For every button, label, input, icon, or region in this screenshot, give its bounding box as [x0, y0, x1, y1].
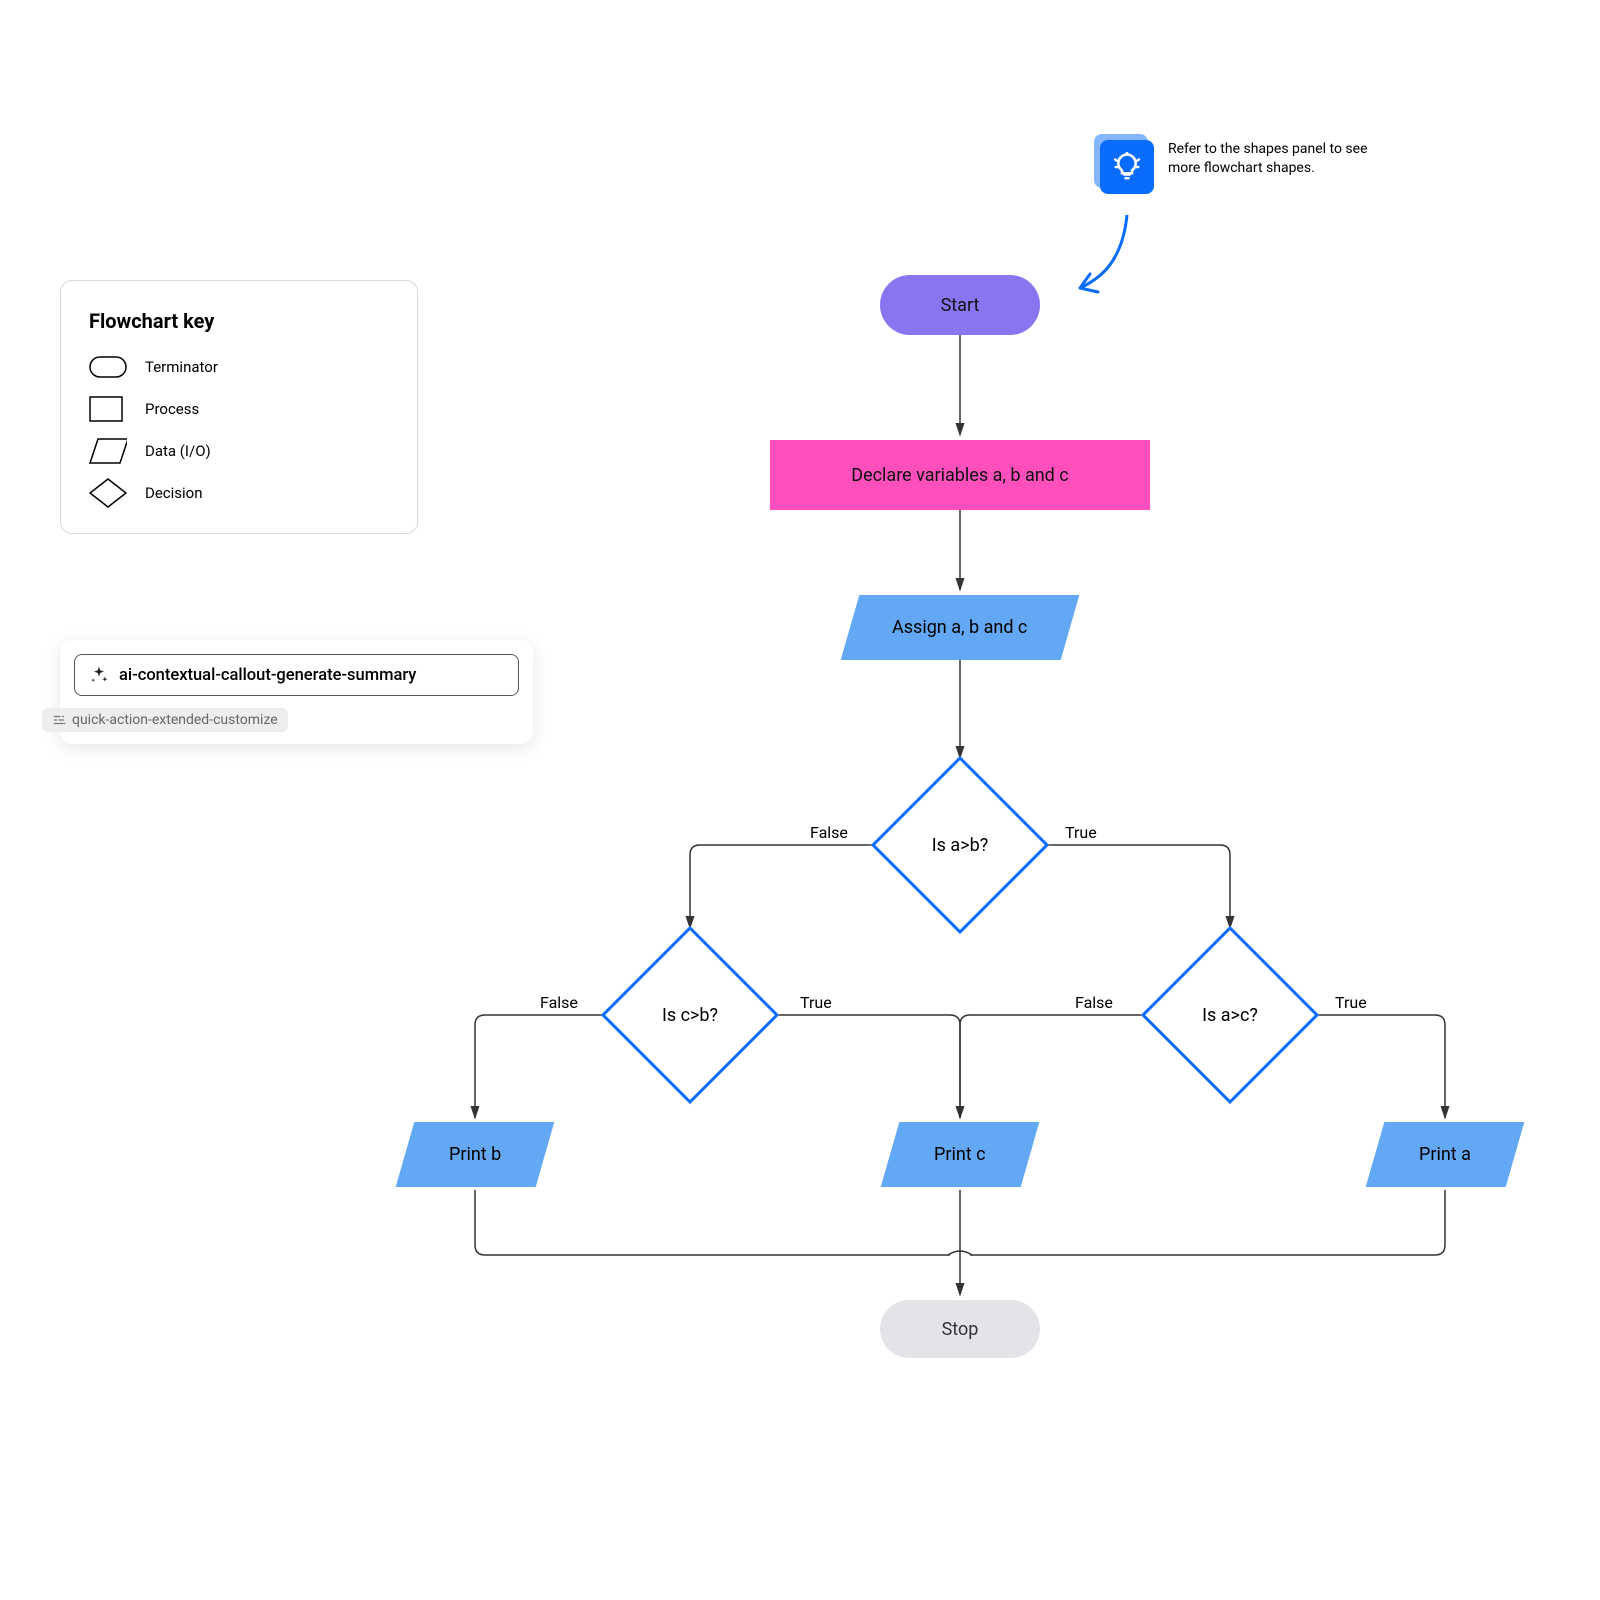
- decision-label: Is a>b?: [932, 835, 988, 856]
- quick-action-customize-chip[interactable]: quick-action-extended-customize: [42, 708, 288, 732]
- key-row-terminator: Terminator: [89, 355, 389, 379]
- lightbulb-icon: [1100, 140, 1154, 194]
- assign-node[interactable]: Assign a, b and c: [841, 595, 1080, 660]
- print-label: Print b: [449, 1144, 501, 1165]
- decision-label: Is c>b?: [662, 1005, 718, 1026]
- print-b-node[interactable]: Print b: [396, 1122, 555, 1187]
- edge-label-true: True: [800, 993, 832, 1012]
- key-label: Process: [145, 400, 199, 418]
- diagram-canvas[interactable]: Refer to the shapes panel to see more fl…: [0, 0, 1600, 1600]
- ai-callout-card: ai-contextual-callout-generate-summary q…: [60, 640, 533, 744]
- key-label: Terminator: [145, 358, 218, 376]
- flowchart-key-panel: Flowchart key Terminator Process Data (I…: [60, 280, 418, 534]
- data-shape-icon: [89, 439, 127, 463]
- quick-action-label: quick-action-extended-customize: [72, 712, 278, 728]
- declare-node[interactable]: Declare variables a, b and c: [770, 440, 1150, 510]
- decision-a-gt-b[interactable]: Is a>b?: [875, 760, 1045, 930]
- terminator-shape-icon: [89, 355, 127, 379]
- assign-label: Assign a, b and c: [892, 617, 1027, 638]
- print-a-node[interactable]: Print a: [1366, 1122, 1525, 1187]
- ai-generate-summary-button[interactable]: ai-contextual-callout-generate-summary: [74, 654, 519, 696]
- key-row-process: Process: [89, 397, 389, 421]
- stop-node[interactable]: Stop: [880, 1300, 1040, 1358]
- sliders-icon: [52, 713, 66, 727]
- declare-label: Declare variables a, b and c: [851, 465, 1068, 486]
- decision-shape-icon: [89, 481, 127, 505]
- process-shape-icon: [89, 397, 127, 421]
- edge-label-false: False: [810, 823, 848, 842]
- print-c-node[interactable]: Print c: [881, 1122, 1040, 1187]
- hint-pointer-arrow-icon: [1072, 210, 1142, 300]
- key-label: Decision: [145, 484, 203, 502]
- print-label: Print a: [1419, 1144, 1471, 1165]
- start-label: Start: [941, 295, 980, 316]
- hint-tip: Refer to the shapes panel to see more fl…: [1100, 140, 1398, 194]
- print-label: Print c: [934, 1144, 986, 1165]
- key-label: Data (I/O): [145, 442, 211, 460]
- sparkle-icon: [89, 665, 109, 685]
- edge-label-true: True: [1335, 993, 1367, 1012]
- stop-label: Stop: [942, 1319, 979, 1340]
- start-node[interactable]: Start: [880, 275, 1040, 335]
- key-row-decision: Decision: [89, 481, 389, 505]
- decision-label: Is a>c?: [1202, 1005, 1258, 1026]
- decision-c-gt-b[interactable]: Is c>b?: [605, 930, 775, 1100]
- key-row-data: Data (I/O): [89, 439, 389, 463]
- edge-label-false: False: [1075, 993, 1113, 1012]
- flowchart-key-title: Flowchart key: [89, 309, 389, 333]
- edge-label-false: False: [540, 993, 578, 1012]
- edge-label-true: True: [1065, 823, 1097, 842]
- hint-text: Refer to the shapes panel to see more fl…: [1168, 140, 1398, 178]
- ai-button-label: ai-contextual-callout-generate-summary: [119, 666, 416, 685]
- decision-a-gt-c[interactable]: Is a>c?: [1145, 930, 1315, 1100]
- flow-connectors: [0, 0, 1600, 1600]
